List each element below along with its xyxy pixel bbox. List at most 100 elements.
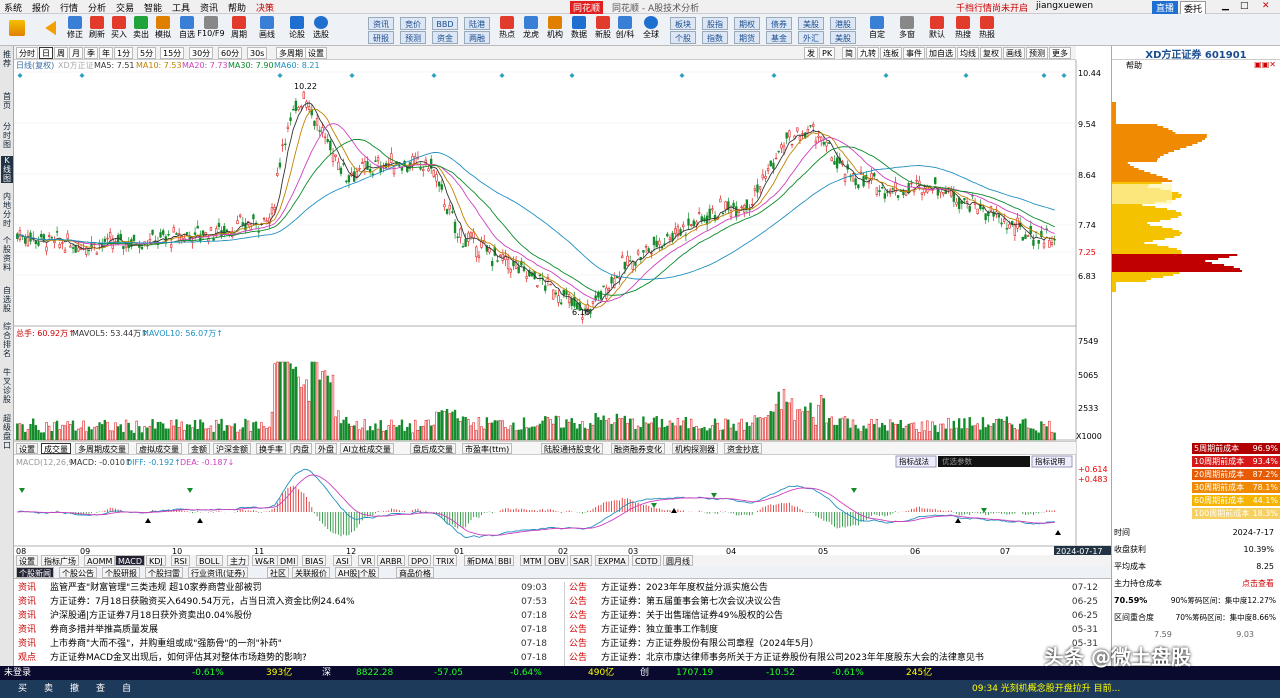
kline-chart[interactable]: 日线(复权) XD方正证 MA5: 7.51 MA10: 7.53 MA20: …: [14, 60, 1111, 560]
subtab-14[interactable]: 机构探测器: [672, 443, 718, 454]
sidebar-item-depth[interactable]: 超级盘口: [1, 414, 13, 450]
tb-forum[interactable]: 论股: [286, 16, 308, 44]
news-title[interactable]: 方正证券：北京市康达律师事务所关于方正证券股份有限公司2023年年度股东大会的法…: [601, 653, 984, 663]
news-row[interactable]: 资讯 券商多措并举推高质量发展 07-18: [18, 624, 553, 637]
btn-us[interactable]: 美股: [798, 17, 824, 30]
indicator-tab-22[interactable]: CDTD: [632, 555, 661, 566]
indicator-tab-5[interactable]: RSI: [171, 555, 190, 566]
tb-draw[interactable]: 画线: [256, 16, 278, 44]
news-tab-7[interactable]: AH股|个股: [335, 567, 380, 578]
indicator-tab-9[interactable]: DMI: [277, 555, 299, 566]
macd-param-button[interactable]: 优选参数: [942, 456, 972, 466]
subtab-11[interactable]: 市盈率(ttm): [462, 443, 513, 454]
indicator-tab-0[interactable]: 设置: [16, 555, 38, 566]
menu-decision[interactable]: 决策: [256, 1, 274, 14]
news-title[interactable]: 方正证券：2023年年度权益分派实施公告: [601, 583, 768, 593]
news-tab-1[interactable]: 个股公告: [59, 567, 97, 578]
tb-hotsearch[interactable]: 热搜: [952, 16, 974, 44]
stat-main-value[interactable]: 点击查看: [1242, 575, 1274, 592]
indicator-tab-18[interactable]: MTM: [520, 555, 545, 566]
indicator-tab-17[interactable]: BBI: [495, 555, 515, 566]
sidebar-item-watchlist[interactable]: 自选股: [1, 286, 13, 313]
btn-hk[interactable]: 陆港: [464, 17, 490, 30]
task-cancel[interactable]: 撤: [70, 680, 79, 698]
btn-stock[interactable]: 个股: [670, 31, 696, 44]
period-11[interactable]: 30s: [247, 47, 268, 59]
indicator-tab-16[interactable]: 新DMA: [464, 555, 497, 566]
news-row[interactable]: 资讯 监管严查"财富管理"三类违规 超10家券商营业部被罚 09:03: [18, 582, 553, 595]
btn-us-stock[interactable]: 美股: [830, 31, 856, 44]
chart-tool-0[interactable]: 发: [804, 47, 818, 59]
menu-info[interactable]: 资讯: [200, 1, 218, 14]
indicator-tab-3[interactable]: MACD: [115, 555, 145, 566]
sidebar-item-diagnose[interactable]: 牛叉诊股: [1, 368, 13, 404]
panel-toolbar-icons[interactable]: ▣▣✕: [1254, 60, 1276, 69]
news-title[interactable]: 券商多措并举推高质量发展: [50, 625, 158, 635]
news-title[interactable]: 方正证券：独立董事工作制度: [601, 625, 718, 635]
news-row[interactable]: 资讯 上市券商"大而不强"，并购重组或成"强筋骨"的一剂"补药" 07-18: [18, 638, 553, 651]
period-9[interactable]: 30分: [189, 47, 214, 59]
menu-trade[interactable]: 交易: [116, 1, 134, 14]
news-title[interactable]: 方正证券：第五届董事会第七次会议决议公告: [601, 597, 781, 607]
indicator-tab-11[interactable]: ASI: [333, 555, 352, 566]
news-row[interactable]: 资讯 方正证券：7月18日获融资买入6490.54万元，占当日流入资金比例24.6…: [18, 596, 553, 609]
tb-multi[interactable]: 多窗: [896, 16, 918, 44]
btn-info[interactable]: 资讯: [368, 17, 394, 30]
tb-custom[interactable]: 自定: [866, 16, 888, 44]
btn-index[interactable]: 指数: [702, 31, 728, 44]
sidebar-item-recommend[interactable]: 推荐: [1, 50, 13, 68]
period-8[interactable]: 15分: [160, 47, 185, 59]
chart-tool-10[interactable]: 预测: [1026, 47, 1048, 59]
news-row[interactable]: 观点 方正证券MACD金叉出现后，如何评估其对整体市场趋势的影响? 07-18: [18, 652, 553, 665]
sidebar-item-inland[interactable]: 内地分时: [1, 192, 13, 228]
subtab-8[interactable]: 外盘: [315, 443, 337, 454]
task-buy[interactable]: 买: [18, 680, 27, 698]
chart-tool-1[interactable]: PK: [819, 47, 836, 59]
sidebar-item-profile[interactable]: 个股资料: [1, 236, 13, 272]
chart-tool-3[interactable]: 九转: [857, 47, 879, 59]
news-row[interactable]: 公告 方正证券：方正证券股份有限公司章程（2024年5月） 05-31: [569, 638, 1104, 651]
btn-fundx[interactable]: 基金: [766, 31, 792, 44]
chart-tool-5[interactable]: 事件: [903, 47, 925, 59]
news-title[interactable]: 上市券商"大而不强"，并购重组或成"强筋骨"的一剂"补药": [50, 639, 282, 649]
indicator-tab-12[interactable]: VR: [358, 555, 376, 566]
tb-star[interactable]: 创/科: [614, 16, 636, 44]
minimize-icon[interactable]: ▁: [1222, 1, 1229, 11]
chart-tool-7[interactable]: 均线: [957, 47, 979, 59]
btn-auction[interactable]: 竞价: [400, 17, 426, 30]
news-tab-4[interactable]: 行业资讯(证券): [188, 567, 249, 578]
news-row[interactable]: 公告 方正证券：第五届董事会第七次会议决议公告 06-25: [569, 596, 1104, 609]
news-title[interactable]: 沪深股通|方正证券7月18日获外资卖出0.04%股份: [50, 611, 252, 621]
indicator-tab-21[interactable]: EXPMA: [595, 555, 629, 566]
menu-system[interactable]: 系统: [4, 1, 22, 14]
indicator-tab-2[interactable]: AOMM: [84, 555, 116, 566]
tb-global[interactable]: 全球: [640, 16, 662, 44]
maximize-icon[interactable]: □: [1240, 1, 1249, 11]
news-title[interactable]: 方正证券：方正证券股份有限公司章程（2024年5月）: [601, 639, 819, 649]
menu-analysis[interactable]: 分析: [88, 1, 106, 14]
live-button[interactable]: 直播: [1152, 1, 1179, 14]
chart-tool-11[interactable]: 更多: [1049, 47, 1071, 59]
subtab-12[interactable]: 陆股通持股变化: [541, 443, 603, 454]
news-title[interactable]: 监管严查"财富管理"三类违规 超10家券商营业部被罚: [50, 583, 262, 593]
back-icon[interactable]: [36, 16, 58, 44]
tb-data[interactable]: 数据: [568, 16, 590, 44]
period-2[interactable]: 周: [54, 47, 68, 59]
indicator-tab-1[interactable]: 指标广场: [41, 555, 79, 566]
btn-report[interactable]: 研报: [368, 31, 394, 44]
news-tab-6[interactable]: 关联报价: [292, 567, 330, 578]
indicator-tab-19[interactable]: OBV: [545, 555, 569, 566]
subtab-0[interactable]: 设置: [16, 443, 38, 454]
chart-tool-8[interactable]: 复权: [980, 47, 1002, 59]
task-sell[interactable]: 卖: [44, 680, 53, 698]
btn-futures[interactable]: 期货: [734, 31, 760, 44]
chart-tool-4[interactable]: 连板: [880, 47, 902, 59]
tb-watch[interactable]: 自选: [176, 16, 198, 44]
btn-hk-stock[interactable]: 港股: [830, 17, 856, 30]
tb-period[interactable]: 周期: [228, 16, 250, 44]
subtab-3[interactable]: 虚拟成交量: [136, 443, 182, 454]
indicator-tab-14[interactable]: DPO: [408, 555, 432, 566]
menu-market[interactable]: 行情: [60, 1, 78, 14]
period-12[interactable]: 多周期: [276, 47, 306, 59]
btn-index-fut[interactable]: 股指: [702, 17, 728, 30]
